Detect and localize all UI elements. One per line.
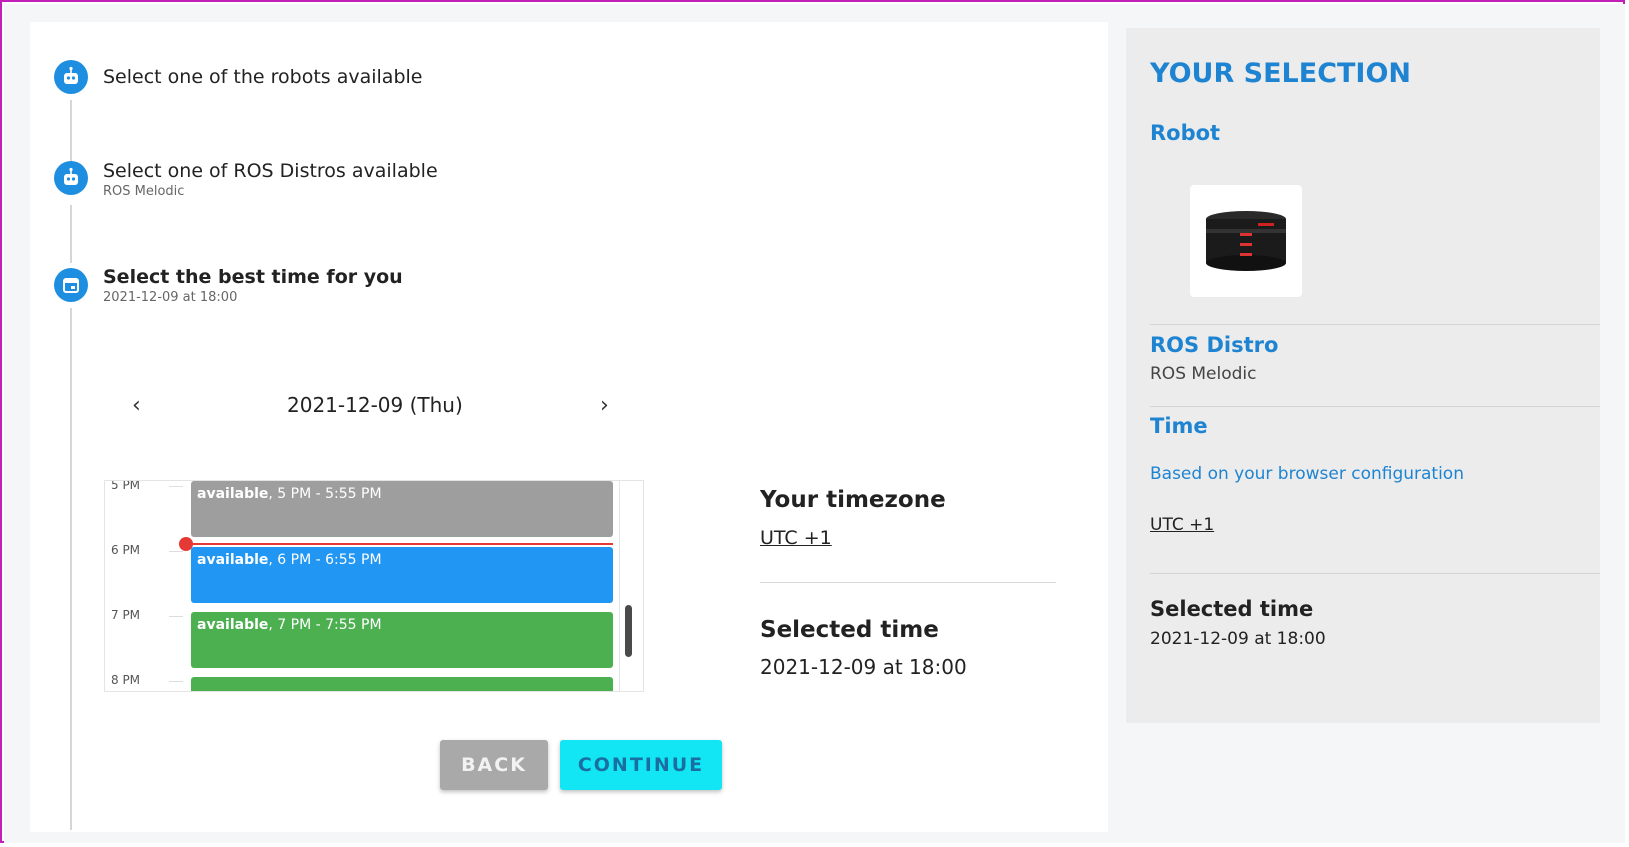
- time-heading: Time: [1150, 414, 1208, 438]
- current-time-line: [187, 543, 613, 545]
- slot-status: available: [197, 486, 269, 502]
- continue-button[interactable]: CONTINUE: [560, 740, 722, 790]
- slot-range: , 5 PM - 5:55 PM: [268, 486, 382, 502]
- ros-distro-heading: ROS Distro: [1150, 333, 1279, 357]
- divider: [760, 582, 1056, 583]
- timezone-heading: Your timezone: [760, 487, 946, 513]
- date-label: 2021-12-09 (Thu): [287, 393, 463, 417]
- day-calendar[interactable]: 5 PM 6 PM 7 PM 8 PM available, 5 PM - 5:…: [104, 480, 644, 692]
- hour-label: 8 PM: [111, 673, 141, 687]
- hour-tick: [169, 486, 183, 487]
- panel-title: YOUR SELECTION: [1150, 58, 1412, 89]
- divider: [1150, 573, 1600, 574]
- selected-time-heading: Selected time: [760, 617, 939, 643]
- prev-day-chevron-icon[interactable]: ‹: [132, 393, 141, 418]
- step-subtitle-distro: ROS Melodic: [103, 184, 185, 199]
- next-day-chevron-icon[interactable]: ›: [600, 393, 609, 418]
- hour-label: 5 PM: [111, 480, 141, 492]
- selected-time-value: 2021-12-09 at 18:00: [760, 655, 967, 679]
- slot-range: , 6 PM - 6:55 PM: [268, 552, 382, 568]
- timezone-link[interactable]: UTC +1: [760, 527, 832, 549]
- robot-thumbnail: [1190, 185, 1302, 297]
- calendar-scrollbar[interactable]: [625, 605, 632, 657]
- panel-timezone-link[interactable]: UTC +1: [1150, 515, 1214, 535]
- back-button[interactable]: BACK: [440, 740, 548, 790]
- divider: [1150, 324, 1600, 325]
- time-slot-event-selected[interactable]: available, 6 PM - 6:55 PM: [191, 547, 613, 603]
- scroll-track: [619, 481, 620, 691]
- slot-status: available: [197, 552, 269, 568]
- ros-distro-value: ROS Melodic: [1150, 364, 1257, 384]
- step-title-distro[interactable]: Select one of ROS Distros available: [103, 160, 438, 182]
- robot-icon: [54, 60, 88, 94]
- robot-icon: [54, 161, 88, 195]
- calendar-icon: [54, 268, 88, 302]
- panel-selected-time-heading: Selected time: [1150, 597, 1314, 621]
- time-slot-event[interactable]: [191, 677, 613, 691]
- step-connector: [70, 205, 72, 263]
- hour-tick: [169, 681, 183, 682]
- step-connector: [70, 308, 72, 830]
- divider: [1150, 406, 1600, 407]
- step-connector: [70, 100, 72, 168]
- stepper-container: [30, 22, 1108, 832]
- time-slot-event[interactable]: available, 7 PM - 7:55 PM: [191, 612, 613, 668]
- time-slot-event[interactable]: available, 5 PM - 5:55 PM: [191, 481, 613, 537]
- robot-image-icon: [1206, 211, 1286, 271]
- step-title-time[interactable]: Select the best time for you: [103, 266, 403, 288]
- panel-selected-time-value: 2021-12-09 at 18:00: [1150, 629, 1326, 649]
- hour-label: 7 PM: [111, 608, 141, 622]
- hour-label: 6 PM: [111, 543, 141, 557]
- slot-range: , 7 PM - 7:55 PM: [268, 617, 382, 633]
- step-subtitle-time: 2021-12-09 at 18:00: [103, 290, 238, 305]
- slot-status: available: [197, 617, 269, 633]
- browser-config-note: Based on your browser configuration: [1150, 464, 1464, 484]
- current-time-dot: [179, 537, 193, 551]
- hour-tick: [169, 551, 183, 552]
- step-title-robot[interactable]: Select one of the robots available: [103, 66, 422, 88]
- robot-heading: Robot: [1150, 121, 1221, 145]
- hour-tick: [169, 616, 183, 617]
- selection-panel: YOUR SELECTION Robot ROS Distro ROS Melo…: [1126, 28, 1600, 723]
